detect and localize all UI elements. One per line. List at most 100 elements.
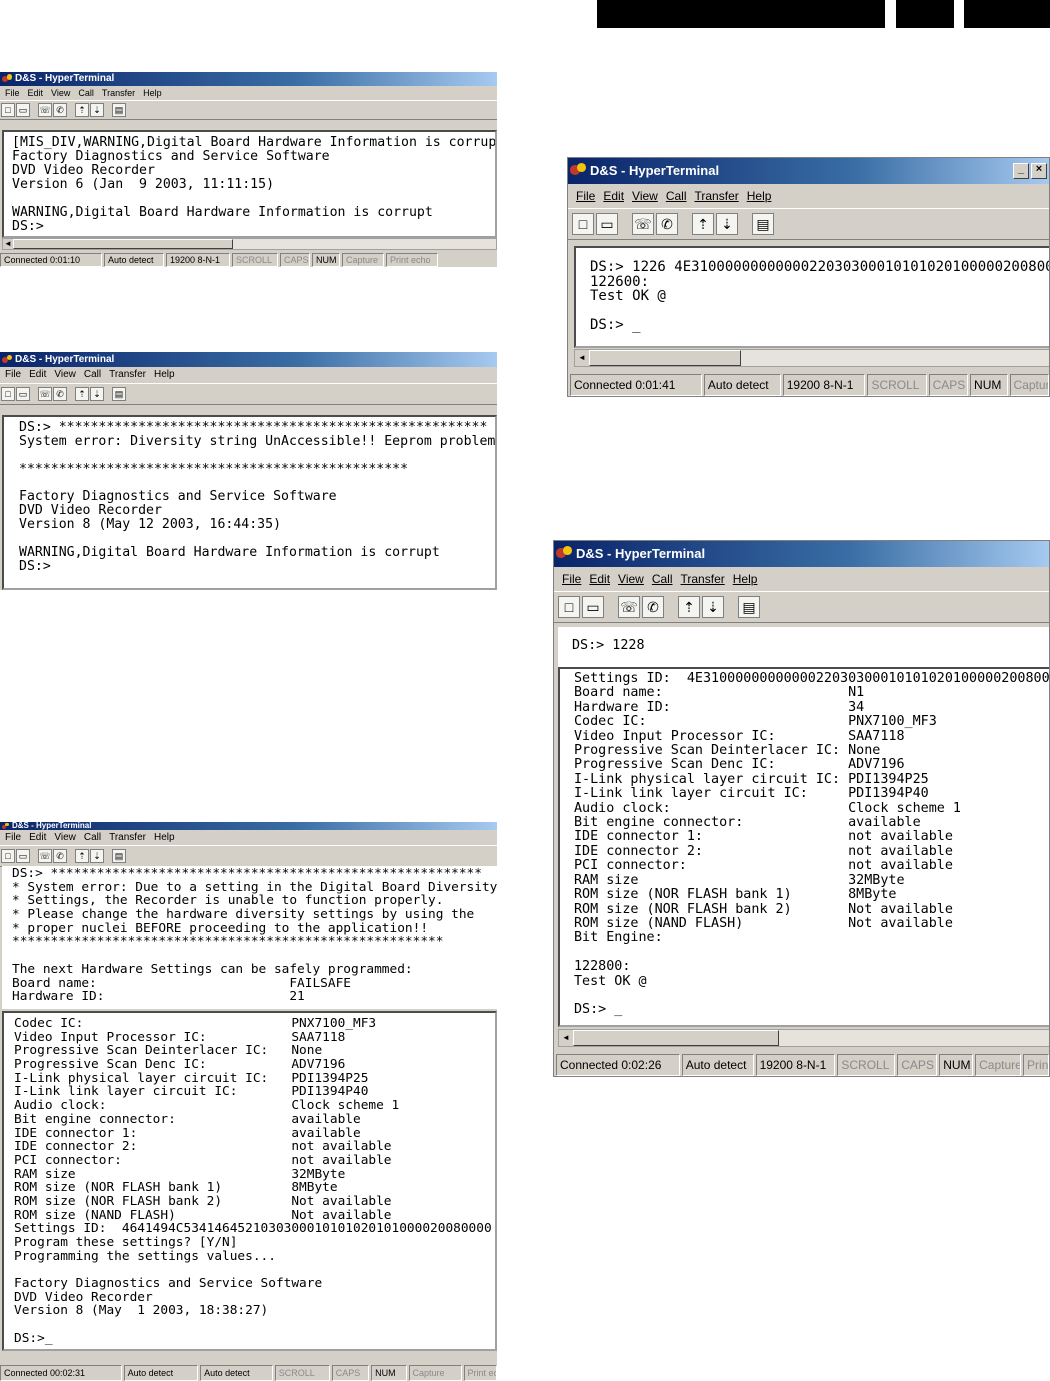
menu-help[interactable]: Help (731, 567, 764, 591)
horizontal-scrollbar[interactable]: ◄ (558, 1029, 1049, 1047)
menu-transfer[interactable]: Transfer (105, 830, 150, 845)
window-title: D&S - HyperTerminal (15, 353, 115, 365)
menu-file[interactable]: File (1, 830, 25, 845)
title-bar[interactable]: D&S - HyperTerminal (554, 541, 1049, 567)
hyperterminal-window-3: D&S - HyperTerminal _ × File Edit View Call T… (567, 157, 1050, 397)
status-connected: Connected 0:01:41 (570, 374, 702, 396)
open-folder-icon[interactable]: ▭ (582, 596, 604, 618)
menu-view[interactable]: View (50, 367, 80, 383)
scroll-left-icon[interactable]: ◄ (3, 239, 13, 249)
properties-icon[interactable]: ▤ (112, 387, 126, 401)
menu-view[interactable]: View (47, 86, 74, 100)
terminal-area[interactable]: Settings ID: 4E3100000000000022030300010… (558, 667, 1049, 1027)
scroll-left-icon[interactable]: ◄ (575, 350, 589, 366)
menu-view[interactable]: View (616, 567, 650, 591)
menu-file[interactable]: File (574, 184, 601, 208)
title-bar[interactable]: D&S - HyperTerminal (0, 352, 497, 367)
menu-help[interactable]: Help (150, 830, 179, 845)
disconnect-phone-icon[interactable]: ✆ (53, 849, 67, 863)
new-document-icon[interactable]: □ (1, 103, 15, 117)
properties-icon[interactable]: ▤ (738, 596, 760, 618)
menu-call[interactable]: Call (664, 184, 693, 208)
menu-edit[interactable]: Edit (24, 86, 48, 100)
menu-view[interactable]: View (630, 184, 664, 208)
terminal-top-area[interactable]: DS:> ***********************************… (2, 866, 497, 1009)
open-folder-icon[interactable]: ▭ (596, 213, 618, 235)
menu-transfer[interactable]: Transfer (693, 184, 745, 208)
send-file-icon[interactable]: ⇡ (75, 103, 89, 117)
status-num: NUM (312, 253, 340, 267)
send-file-icon[interactable]: ⇡ (678, 596, 700, 618)
menu-file[interactable]: File (560, 567, 587, 591)
new-document-icon[interactable]: □ (572, 213, 594, 235)
status-print-echo: Print echo (1023, 1054, 1049, 1076)
new-document-icon[interactable]: □ (1, 387, 15, 401)
disconnect-phone-icon[interactable]: ✆ (53, 103, 67, 117)
menu-help[interactable]: Help (139, 86, 166, 100)
receive-file-icon[interactable]: ⇣ (702, 596, 724, 618)
menu-edit[interactable]: Edit (25, 830, 50, 845)
menu-edit[interactable]: Edit (601, 184, 630, 208)
terminal-top-area[interactable]: DS:> 1228 (558, 627, 1049, 667)
menu-transfer[interactable]: Transfer (679, 567, 731, 591)
close-button[interactable]: × (1031, 163, 1047, 179)
receive-file-icon[interactable]: ⇣ (90, 849, 104, 863)
status-capture: Capture (1009, 374, 1049, 396)
send-file-icon[interactable]: ⇡ (75, 387, 89, 401)
new-document-icon[interactable]: □ (558, 596, 580, 618)
new-document-icon[interactable]: □ (1, 849, 15, 863)
terminal-area[interactable]: [MIS_DIV,WARNING,Digital Board Hardware … (2, 130, 497, 238)
connect-phone-icon[interactable]: ☏ (38, 387, 52, 401)
open-folder-icon[interactable]: ▭ (16, 849, 30, 863)
open-folder-icon[interactable]: ▭ (16, 103, 30, 117)
connect-phone-icon[interactable]: ☏ (38, 849, 52, 863)
scroll-thumb[interactable] (589, 350, 741, 366)
properties-icon[interactable]: ▤ (112, 103, 126, 117)
disconnect-phone-icon[interactable]: ✆ (53, 387, 67, 401)
disconnect-phone-icon[interactable]: ✆ (656, 213, 678, 235)
title-bar[interactable]: D&S - HyperTerminal (0, 822, 497, 830)
disconnect-phone-icon[interactable]: ✆ (642, 596, 664, 618)
horizontal-scrollbar[interactable]: ◄ (2, 238, 497, 250)
title-bar[interactable]: D&S - HyperTerminal (0, 72, 497, 86)
properties-icon[interactable]: ▤ (752, 213, 774, 235)
title-bar[interactable]: D&S - HyperTerminal _ × (568, 158, 1049, 184)
menu-file[interactable]: File (1, 367, 25, 383)
horizontal-scrollbar[interactable]: ◄ (574, 349, 1049, 367)
menu-help[interactable]: Help (745, 184, 778, 208)
menu-help[interactable]: Help (150, 367, 179, 383)
menu-call[interactable]: Call (80, 830, 105, 845)
menu-transfer[interactable]: Transfer (105, 367, 150, 383)
receive-file-icon[interactable]: ⇣ (90, 387, 104, 401)
menu-call[interactable]: Call (80, 367, 105, 383)
scroll-left-icon[interactable]: ◄ (559, 1030, 573, 1046)
open-folder-icon[interactable]: ▭ (16, 387, 30, 401)
terminal-area[interactable]: Codec IC: PNX7100_MF3 Video Input Proces… (2, 1011, 497, 1351)
hyperterminal-window-4: D&S - HyperTerminal File Edit View Call Tran… (0, 822, 497, 1381)
properties-icon[interactable]: ▤ (112, 849, 126, 863)
menu-transfer[interactable]: Transfer (98, 86, 139, 100)
status-connected: Connected 0:02:26 (556, 1054, 680, 1076)
receive-file-icon[interactable]: ⇣ (716, 213, 738, 235)
menu-view[interactable]: View (50, 830, 80, 845)
menu-file[interactable]: File (1, 86, 24, 100)
send-file-icon[interactable]: ⇡ (692, 213, 714, 235)
minimize-button[interactable]: _ (1013, 163, 1029, 179)
menu-call[interactable]: Call (650, 567, 679, 591)
send-file-icon[interactable]: ⇡ (75, 849, 89, 863)
connect-phone-icon[interactable]: ☏ (618, 596, 640, 618)
connect-phone-icon[interactable]: ☏ (38, 103, 52, 117)
receive-file-icon[interactable]: ⇣ (90, 103, 104, 117)
menu-edit[interactable]: Edit (587, 567, 616, 591)
menu-edit[interactable]: Edit (25, 367, 50, 383)
terminal-area[interactable]: DS:> ***********************************… (2, 415, 497, 590)
scroll-thumb[interactable] (13, 239, 233, 249)
terminal-top-output: DS:> 1228 (572, 638, 645, 653)
app-icon (556, 546, 572, 562)
status-detect: Auto detect (123, 1365, 199, 1381)
terminal-area[interactable]: DS:> 1226 4E3100000000000022030300010101… (574, 246, 1049, 348)
hyperterminal-window-1: D&S - HyperTerminal File Edit View Call Tran… (0, 72, 497, 267)
menu-call[interactable]: Call (74, 86, 98, 100)
scroll-thumb[interactable] (573, 1030, 779, 1046)
connect-phone-icon[interactable]: ☏ (632, 213, 654, 235)
